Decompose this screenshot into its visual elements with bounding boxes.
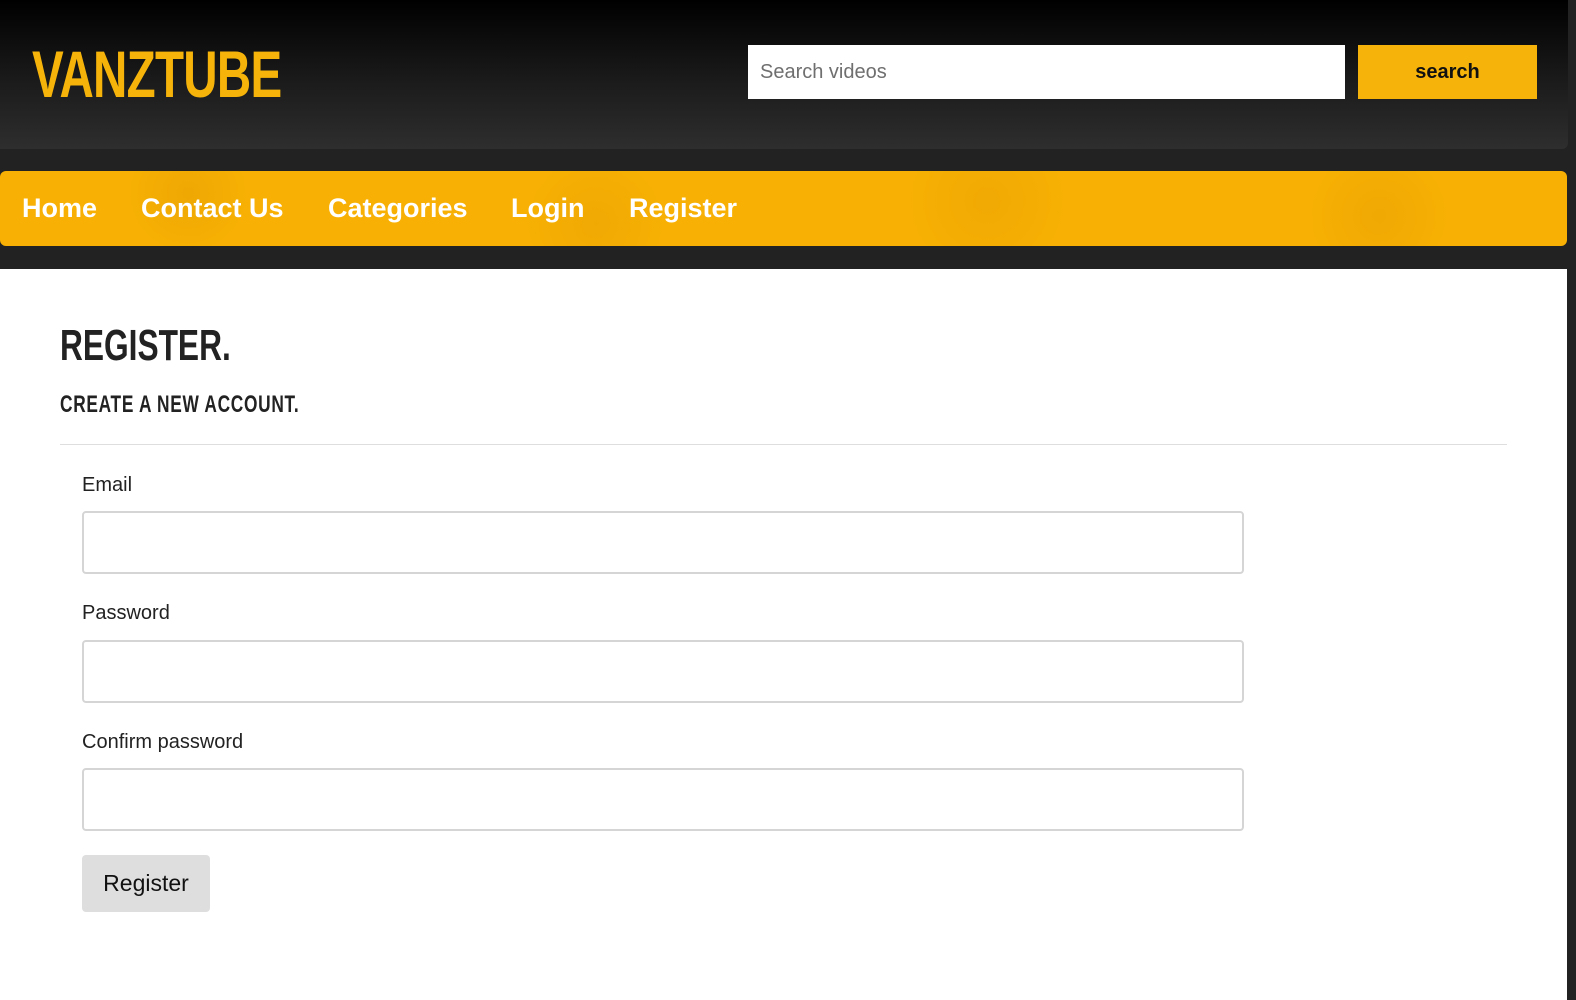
nav-item-categories[interactable]: Categories	[328, 171, 468, 246]
email-field[interactable]	[82, 511, 1244, 574]
email-label: Email	[82, 474, 133, 496]
divider	[60, 444, 1507, 445]
page-subtitle: CREATE A NEW ACCOUNT.	[60, 391, 300, 418]
site-header: VANZTUBE search	[0, 0, 1568, 149]
confirm-password-field[interactable]	[82, 768, 1244, 831]
site-logo[interactable]: VANZTUBE	[32, 38, 282, 110]
main-content: REGISTER. CREATE A NEW ACCOUNT. Email Pa…	[0, 269, 1567, 1000]
main-nav: Home Contact Us Categories Login Registe…	[0, 171, 1567, 246]
confirm-password-label: Confirm password	[82, 731, 244, 753]
register-button[interactable]: Register	[82, 855, 210, 912]
password-label: Password	[82, 602, 170, 624]
nav-item-login[interactable]: Login	[511, 171, 584, 246]
nav-item-contact-us[interactable]: Contact Us	[141, 171, 284, 246]
page-title: REGISTER.	[60, 321, 231, 370]
password-field[interactable]	[82, 640, 1244, 703]
nav-item-home[interactable]: Home	[22, 171, 97, 246]
search-button[interactable]: search	[1358, 45, 1537, 99]
search-input[interactable]	[748, 45, 1345, 99]
nav-item-register[interactable]: Register	[629, 171, 737, 246]
